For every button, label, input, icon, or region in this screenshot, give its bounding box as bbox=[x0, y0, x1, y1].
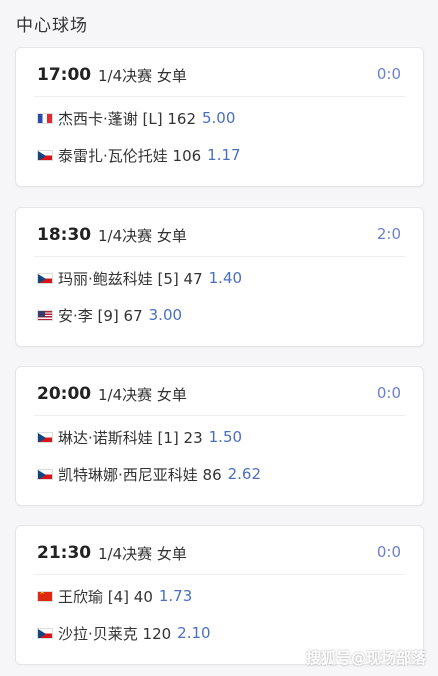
divider bbox=[34, 574, 405, 575]
match-card[interactable]: 20:00 1/4决赛 女单 0:0 琳达·诺斯科娃 [1] 23 1.50 凯… bbox=[15, 366, 424, 506]
player-name: 凯特琳娜·西尼亚科娃 86 bbox=[58, 465, 222, 484]
player-odds: 3.00 bbox=[148, 306, 183, 324]
match-round: 1/4决赛 女单 bbox=[98, 67, 187, 85]
match-card[interactable]: 21:30 1/4决赛 女单 0:0 王欣瑜 [4] 40 1.73 沙拉·贝莱… bbox=[15, 525, 424, 665]
player-row[interactable]: 杰西卡·蓬谢 [L] 162 5.00 bbox=[37, 107, 235, 129]
player-odds: 1.50 bbox=[208, 428, 243, 446]
france-flag-icon bbox=[37, 112, 53, 124]
player-row[interactable]: 凯特琳娜·西尼亚科娃 86 2.62 bbox=[37, 463, 261, 485]
player-row[interactable]: 琳达·诺斯科娃 [1] 23 1.50 bbox=[37, 426, 242, 448]
player-row[interactable]: 安·李 [9] 67 3.00 bbox=[37, 304, 182, 326]
match-time: 21:30 bbox=[37, 543, 92, 563]
match-card[interactable]: 18:30 1/4决赛 女单 2:0 玛丽·鲍兹科娃 [5] 47 1.40 安… bbox=[15, 207, 424, 347]
match-header: 17:00 1/4决赛 女单 0:0 bbox=[16, 48, 423, 96]
czech-flag-icon bbox=[37, 272, 53, 284]
match-time: 17:00 bbox=[37, 65, 92, 85]
player-odds: 1.40 bbox=[208, 269, 243, 287]
player-odds: 2.10 bbox=[177, 624, 211, 642]
match-round: 1/4决赛 女单 bbox=[98, 545, 187, 563]
match-card[interactable]: 17:00 1/4决赛 女单 0:0 杰西卡·蓬谢 [L] 162 5.00 泰… bbox=[15, 47, 424, 187]
player-name: 杰西卡·蓬谢 [L] 162 bbox=[58, 109, 196, 128]
player-name: 琳达·诺斯科娃 [1] 23 bbox=[58, 428, 203, 447]
divider bbox=[34, 415, 405, 416]
player-name: 沙拉·贝莱克 120 bbox=[58, 624, 172, 643]
player-odds: 1.17 bbox=[207, 146, 241, 164]
match-header: 21:30 1/4决赛 女单 0:0 bbox=[16, 526, 423, 574]
match-score: 0:0 bbox=[376, 543, 401, 561]
czech-flag-icon bbox=[37, 627, 53, 639]
match-time: 20:00 bbox=[37, 384, 92, 404]
match-header: 20:00 1/4决赛 女单 0:0 bbox=[16, 367, 423, 415]
player-odds: 1.73 bbox=[158, 587, 193, 605]
match-score: 2:0 bbox=[376, 225, 401, 243]
china-flag-icon bbox=[37, 590, 53, 602]
usa-flag-icon bbox=[37, 309, 53, 321]
player-name: 王欣瑜 [4] 40 bbox=[58, 587, 153, 606]
player-name: 玛丽·鲍兹科娃 [5] 47 bbox=[58, 269, 203, 288]
player-row[interactable]: 沙拉·贝莱克 120 2.10 bbox=[37, 622, 211, 644]
match-round: 1/4决赛 女单 bbox=[98, 386, 187, 404]
match-round: 1/4决赛 女单 bbox=[98, 227, 187, 245]
czech-flag-icon bbox=[37, 149, 53, 161]
player-odds: 2.62 bbox=[227, 465, 262, 483]
court-title: 中心球场 bbox=[16, 16, 88, 36]
czech-flag-icon bbox=[37, 468, 53, 480]
czech-flag-icon bbox=[37, 431, 53, 443]
divider bbox=[34, 96, 405, 97]
player-odds: 5.00 bbox=[202, 109, 236, 127]
player-row[interactable]: 泰雷扎·瓦伦托娃 106 1.17 bbox=[37, 144, 241, 166]
player-row[interactable]: 玛丽·鲍兹科娃 [5] 47 1.40 bbox=[37, 267, 242, 289]
match-score: 0:0 bbox=[376, 384, 401, 402]
player-name: 安·李 [9] 67 bbox=[58, 306, 143, 325]
match-score: 0:0 bbox=[376, 65, 401, 83]
player-name: 泰雷扎·瓦伦托娃 106 bbox=[58, 146, 202, 165]
watermark: 搜狐号@现场部落 bbox=[305, 649, 426, 667]
match-header: 18:30 1/4决赛 女单 2:0 bbox=[16, 208, 423, 256]
divider bbox=[34, 256, 405, 257]
player-row[interactable]: 王欣瑜 [4] 40 1.73 bbox=[37, 585, 192, 607]
match-time: 18:30 bbox=[37, 225, 92, 245]
